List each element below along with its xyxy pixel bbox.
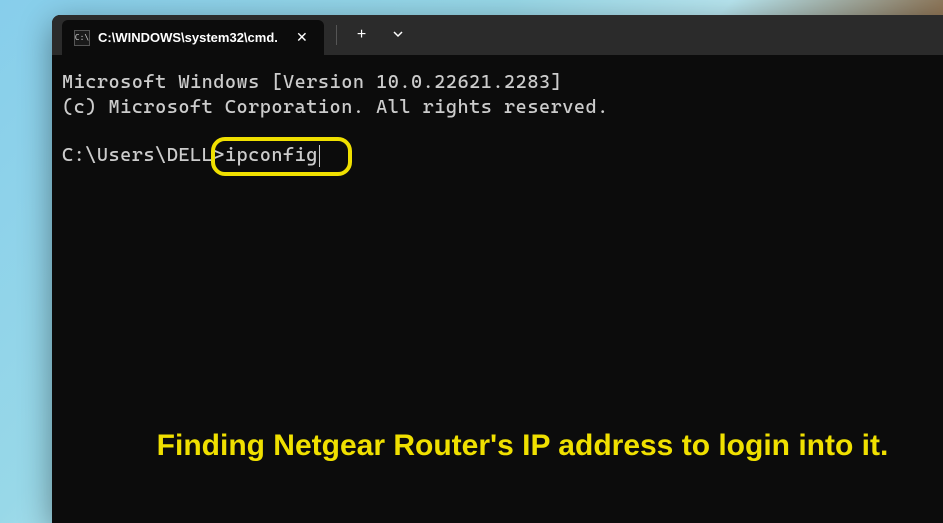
close-tab-button[interactable]: ✕ [292, 28, 312, 48]
copyright-line: (c) Microsoft Corporation. All rights re… [62, 95, 933, 120]
prompt-text: C:\Users\DELL> [62, 143, 225, 168]
chevron-down-icon [392, 28, 404, 40]
terminal-content[interactable]: Microsoft Windows [Version 10.0.22621.22… [52, 55, 943, 183]
text-cursor [319, 145, 320, 167]
annotation-text: Finding Netgear Router's IP address to l… [122, 429, 923, 463]
title-bar: C:\ C:\WINDOWS\system32\cmd. ✕ + [52, 15, 943, 55]
command-text: ipconfig [225, 144, 318, 166]
command-highlight: ipconfig [225, 143, 320, 168]
version-line: Microsoft Windows [Version 10.0.22621.22… [62, 70, 933, 95]
terminal-tab[interactable]: C:\ C:\WINDOWS\system32\cmd. ✕ [62, 20, 324, 55]
tab-title: C:\WINDOWS\system32\cmd. [98, 30, 278, 45]
terminal-window: C:\ C:\WINDOWS\system32\cmd. ✕ + Microso… [52, 15, 943, 523]
cmd-icon: C:\ [74, 30, 90, 46]
tab-separator [336, 25, 337, 45]
new-tab-button[interactable]: + [349, 22, 374, 48]
prompt-line: C:\Users\DELL>ipconfig [62, 143, 933, 168]
tab-dropdown-button[interactable] [382, 24, 414, 47]
